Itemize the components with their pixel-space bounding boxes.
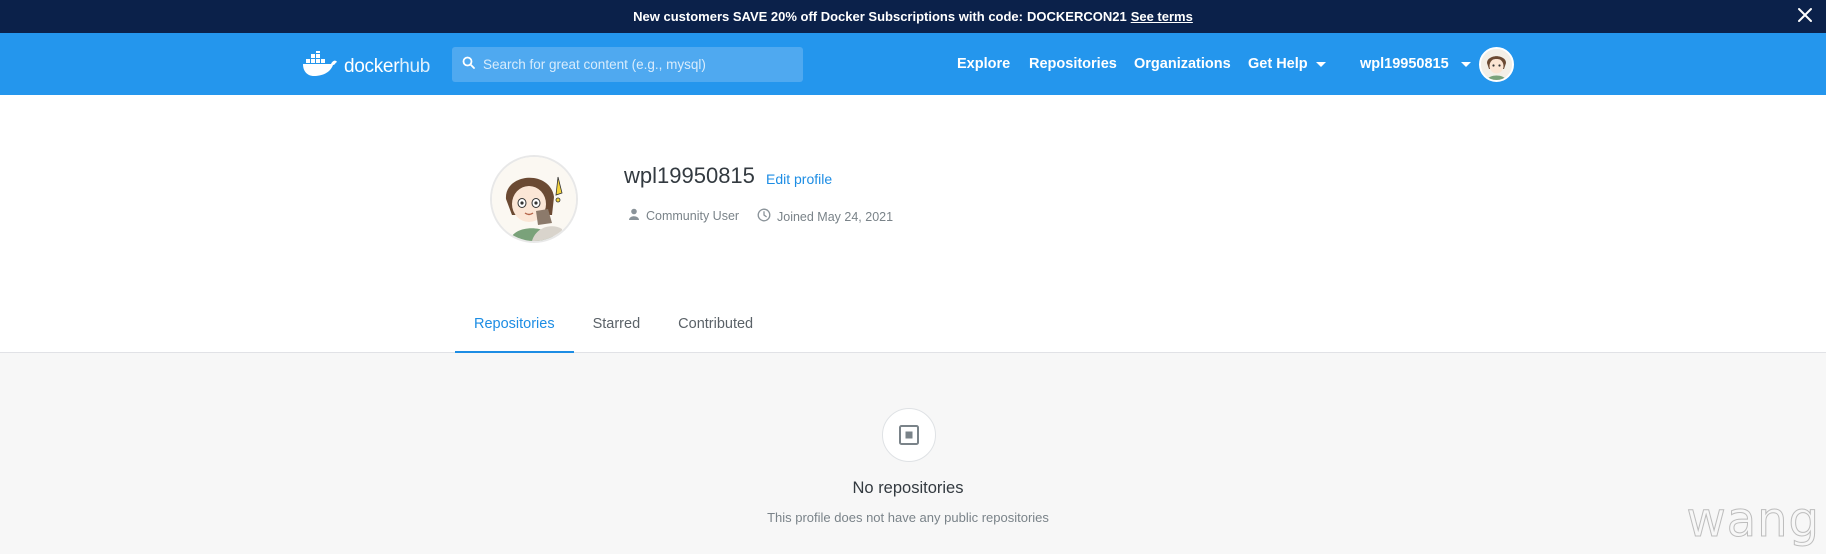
promo-code: DOCKERCON21 [1027, 9, 1127, 24]
profile-username: wpl19950815 [624, 163, 755, 188]
tab-starred[interactable]: Starred [574, 303, 660, 353]
profile-avatar [492, 157, 576, 241]
see-terms-link[interactable]: See terms [1131, 9, 1193, 24]
nav-organizations[interactable]: Organizations [1134, 56, 1231, 72]
watermark: wang [1686, 492, 1820, 549]
tab-contributed[interactable]: Contributed [659, 303, 772, 353]
search-input[interactable] [483, 57, 783, 72]
joined-date: Joined May 24, 2021 [757, 208, 893, 225]
repository-icon [882, 408, 936, 462]
chevron-down-icon [1460, 61, 1471, 67]
empty-state-subtitle: This profile does not have any public re… [767, 510, 1049, 525]
profile-header: wpl19950815 Edit profile Community User … [0, 95, 1826, 353]
tab-repositories[interactable]: Repositories [455, 303, 574, 353]
nav-explore[interactable]: Explore [957, 56, 1010, 72]
chevron-down-icon [1315, 61, 1326, 67]
promo-text: New customers SAVE 20% off Docker Subscr… [633, 9, 1023, 24]
user-menu-name: wpl19950815 [1360, 56, 1449, 72]
docker-hub-logo[interactable]: dockerhub [302, 49, 431, 82]
avatar[interactable] [1479, 47, 1514, 82]
empty-state-title: No repositories [852, 479, 964, 497]
logo-hub-text: hub [399, 55, 431, 77]
clock-icon [757, 208, 777, 225]
close-icon[interactable] [1794, 4, 1816, 26]
user-menu[interactable]: wpl19950815 [1360, 56, 1471, 72]
nav-get-help[interactable]: Get Help [1248, 56, 1326, 72]
joined-date-label: Joined May 24, 2021 [777, 209, 894, 224]
edit-profile-link[interactable]: Edit profile [766, 171, 832, 187]
user-type-label: Community User [646, 208, 740, 223]
docker-whale-icon [302, 49, 338, 82]
logo-docker-text: docker [344, 55, 400, 77]
empty-state: No repositories This profile does not ha… [0, 353, 1826, 554]
nav-repositories[interactable]: Repositories [1029, 56, 1117, 72]
search-icon [462, 56, 475, 74]
profile-tabs: Repositories Starred Contributed [455, 303, 772, 353]
user-type: Community User [628, 208, 739, 223]
promo-banner: New customers SAVE 20% off Docker Subscr… [0, 0, 1826, 33]
top-navbar: dockerhub Explore Repositories Organizat… [0, 33, 1826, 95]
search-bar[interactable] [452, 47, 803, 82]
nav-get-help-label: Get Help [1248, 56, 1308, 72]
user-icon [628, 208, 646, 223]
